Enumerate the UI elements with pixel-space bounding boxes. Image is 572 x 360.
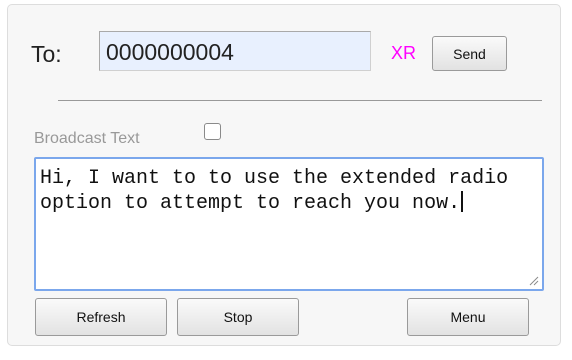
stop-button[interactable]: Stop [177,298,299,336]
message-text: Hi, I want to to use the extended radio … [40,167,521,215]
message-textarea[interactable]: Hi, I want to to use the extended radio … [34,157,544,291]
to-input[interactable] [99,31,371,71]
send-button[interactable]: Send [432,36,507,71]
menu-button[interactable]: Menu [407,298,529,336]
to-label: To: [31,41,62,67]
refresh-button[interactable]: Refresh [35,298,167,336]
text-caret [461,191,464,212]
xr-label: XR [391,43,417,63]
broadcast-text-label: Broadcast Text [34,130,140,147]
divider [58,100,542,101]
broadcast-text-checkbox[interactable] [204,123,221,140]
message-panel: To: XR Send Broadcast Text Hi, I want to… [7,4,561,346]
resize-grip-icon[interactable] [528,275,539,286]
